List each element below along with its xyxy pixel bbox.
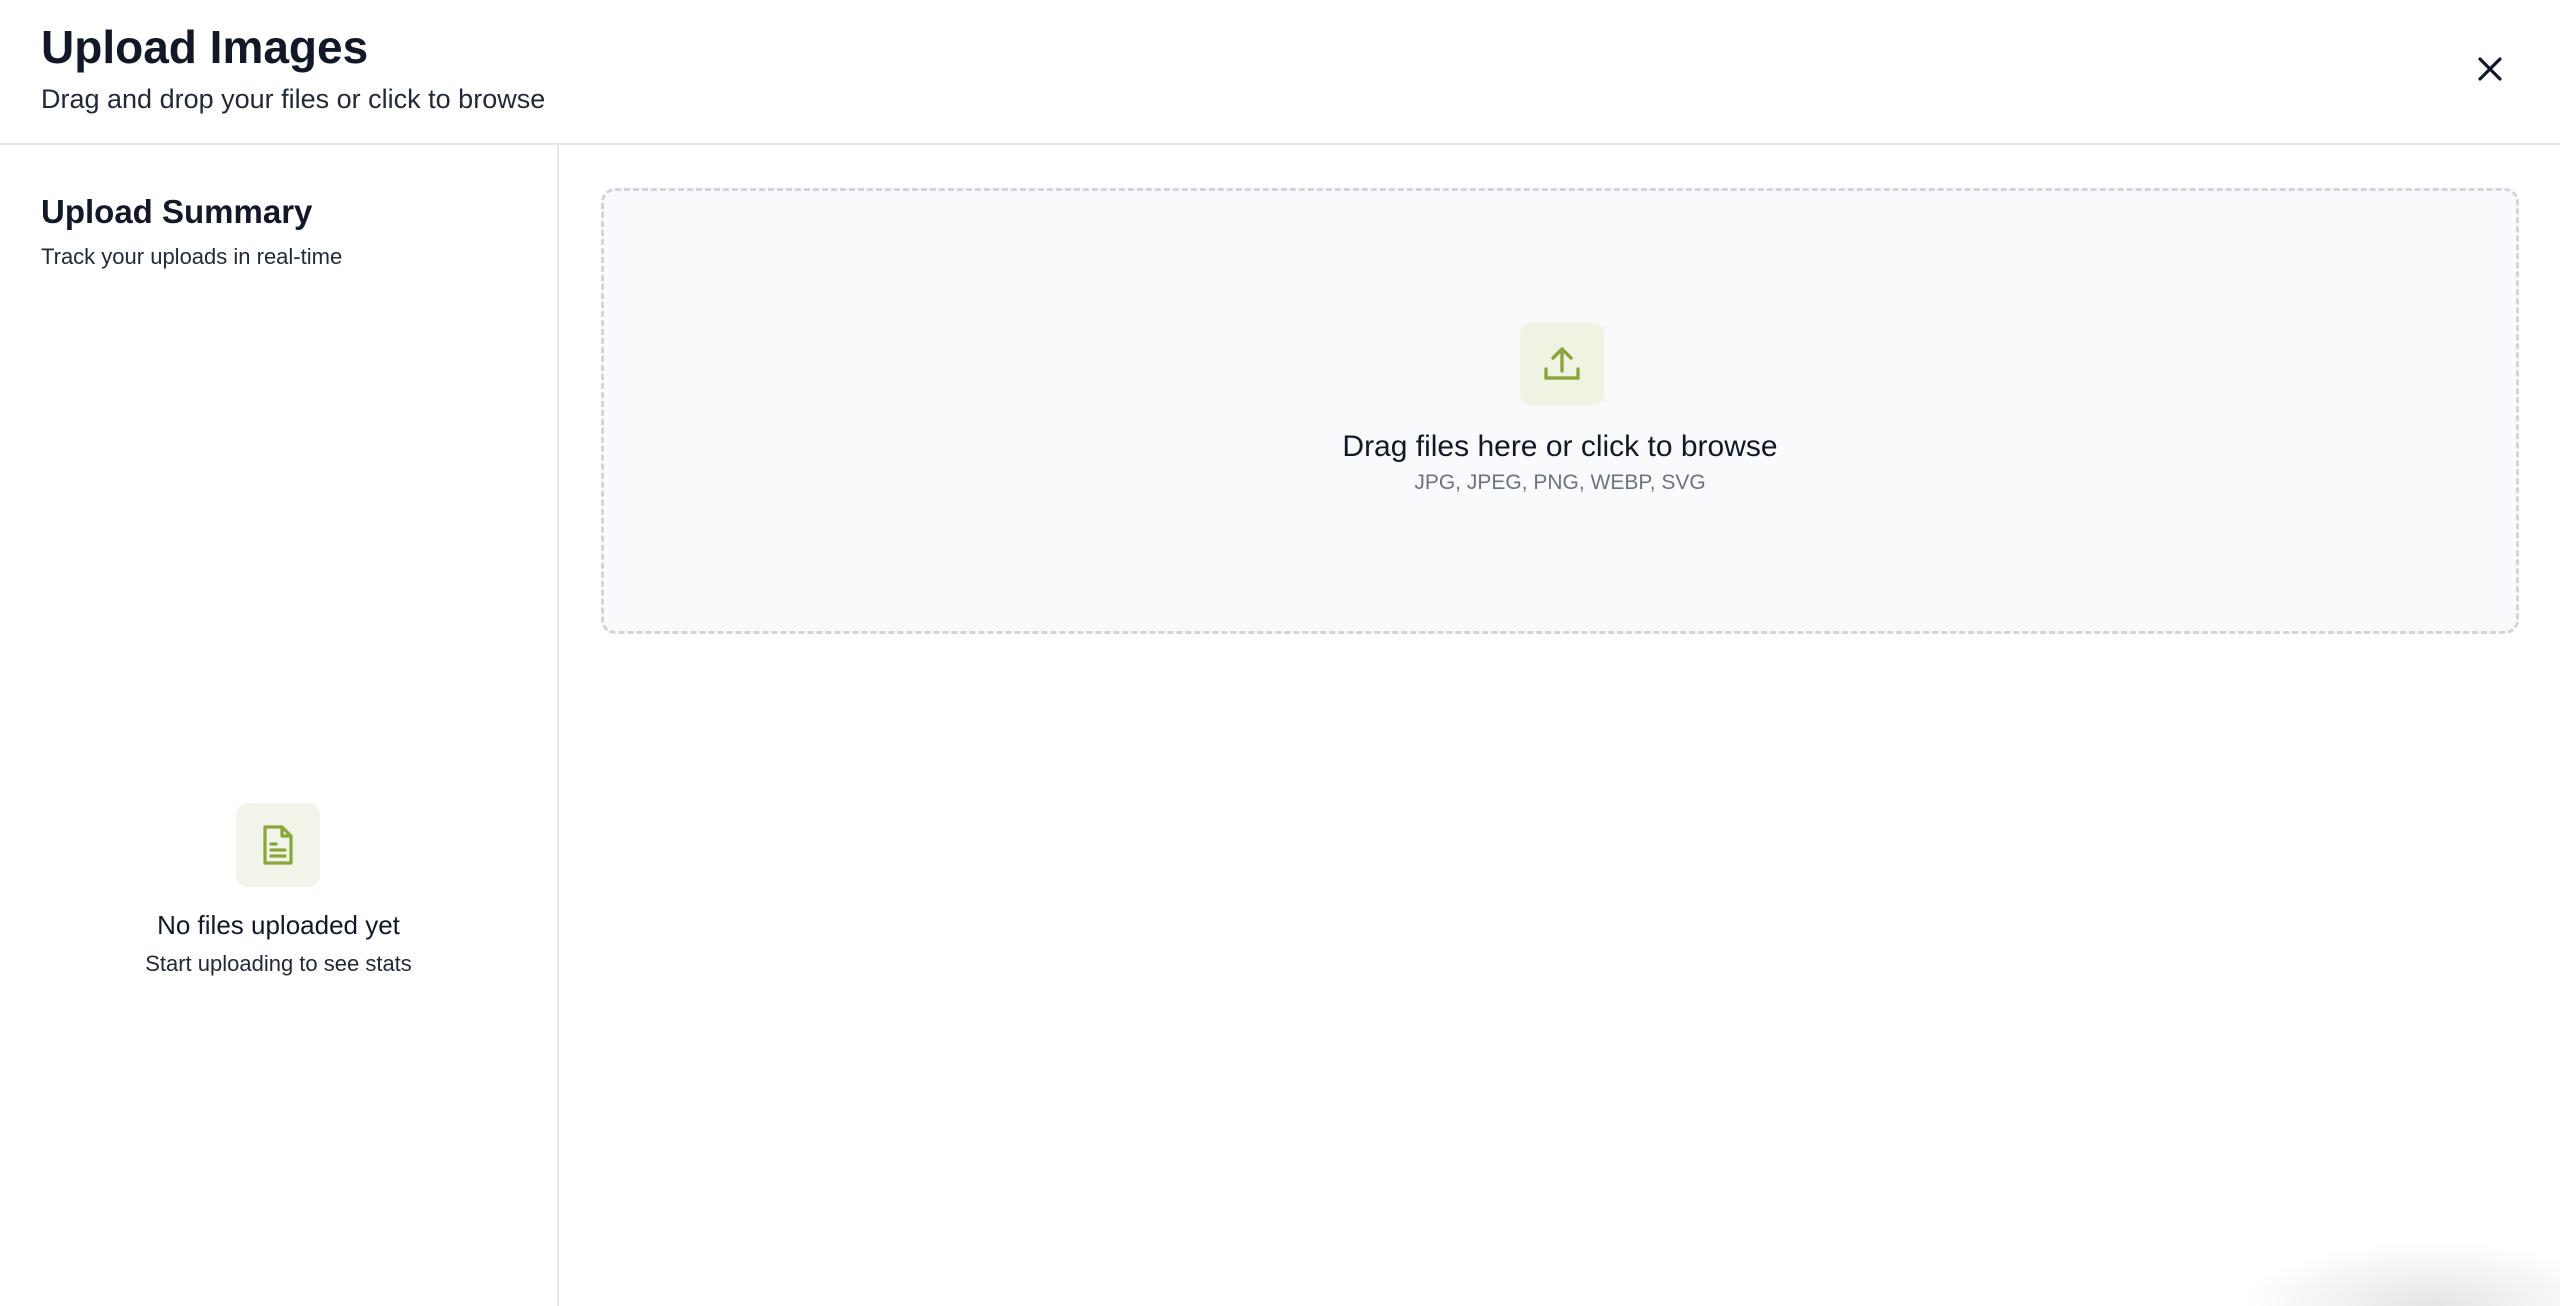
dropzone-title: Drag files here or click to browse [1342, 430, 1778, 463]
empty-state-icon-container [236, 803, 320, 887]
modal-header: Upload Images Drag and drop your files o… [0, 0, 2560, 145]
upload-summary-panel: Upload Summary Track your uploads in rea… [0, 145, 559, 1306]
summary-title: Upload Summary [41, 193, 313, 230]
close-button[interactable] [2462, 48, 2518, 90]
empty-state-title: No files uploaded yet [157, 910, 400, 940]
page-title: Upload Images [41, 21, 369, 73]
upload-icon-container [1520, 322, 1604, 406]
file-dropzone[interactable]: Drag files here or click to browse JPG, … [601, 188, 2519, 634]
summary-subtitle: Track your uploads in real-time [41, 244, 343, 269]
document-icon [263, 825, 293, 865]
upload-icon [1544, 347, 1580, 380]
corner-shadow [2240, 1240, 2560, 1306]
empty-state-subtitle: Start uploading to see stats [145, 951, 412, 976]
dropzone-formats: JPG, JPEG, PNG, WEBP, SVG [1414, 471, 1706, 494]
page-subtitle: Drag and drop your files or click to bro… [41, 84, 546, 114]
close-icon [2478, 57, 2502, 81]
